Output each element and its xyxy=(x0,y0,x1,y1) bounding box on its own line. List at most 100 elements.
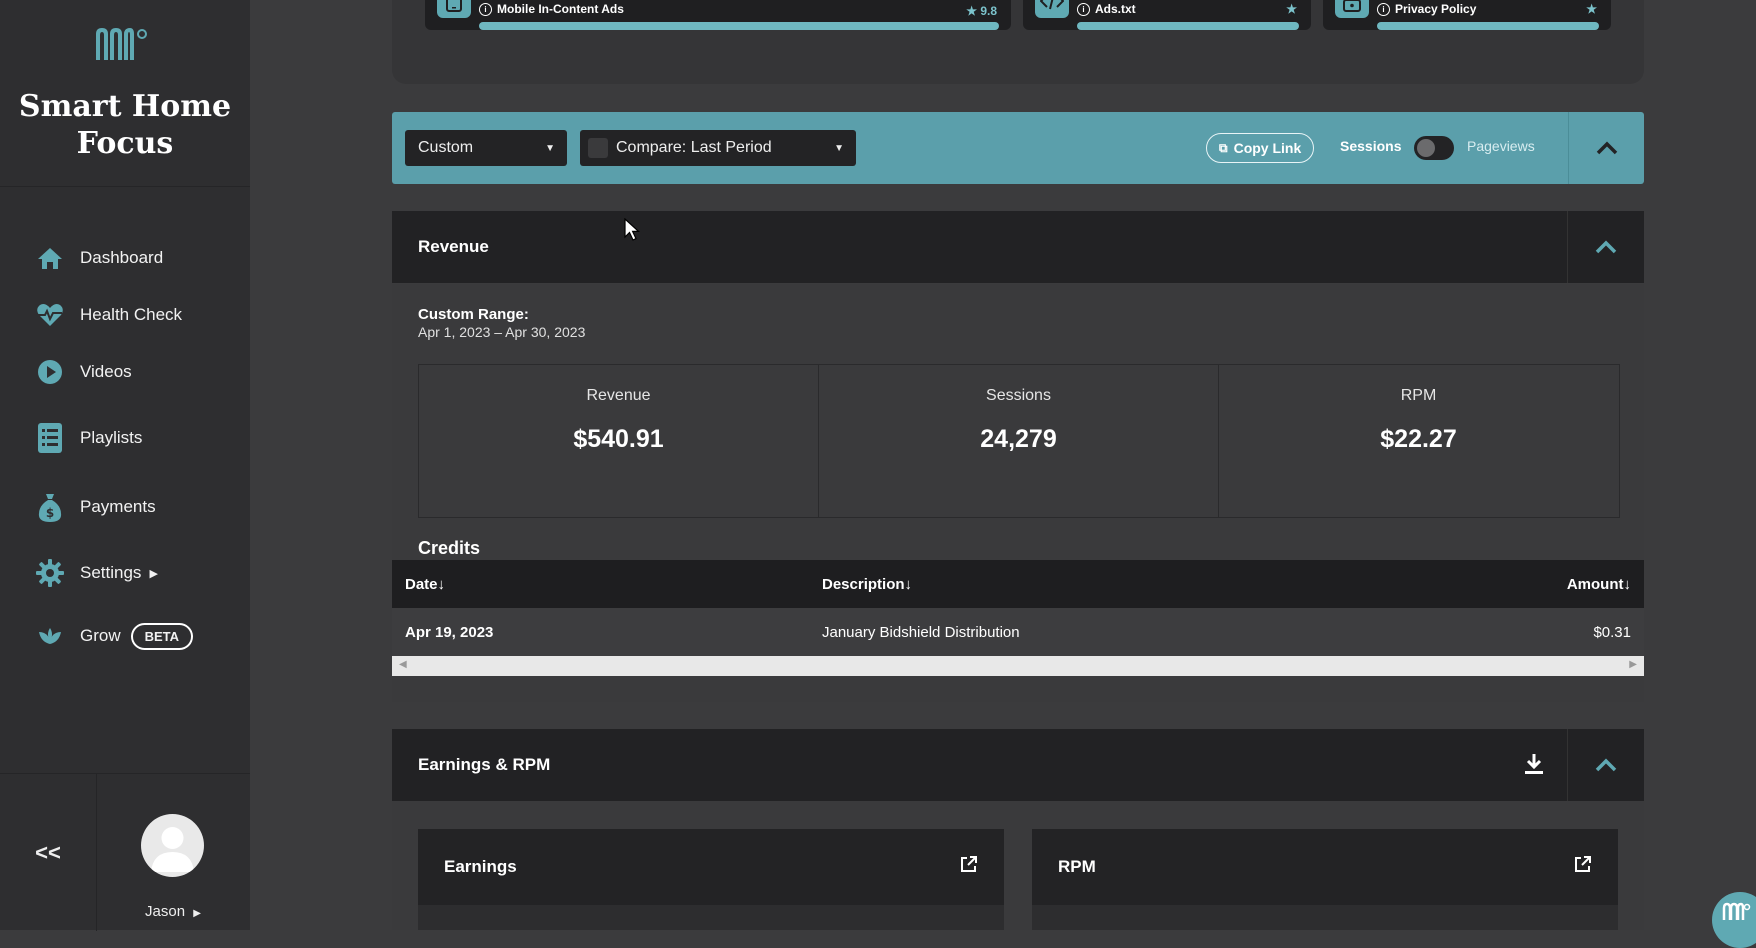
compare-select[interactable]: Compare: Last Period ▼ xyxy=(580,130,856,166)
health-check-score: ★ 9.8 xyxy=(966,4,997,18)
code-icon xyxy=(1035,0,1069,18)
user-name: Jason xyxy=(145,903,186,920)
sort-amount-header[interactable]: Amount↓ xyxy=(1567,560,1631,608)
date-range-select[interactable]: Custom ▼ xyxy=(405,130,567,166)
range-label: Custom Range: xyxy=(418,306,529,323)
metric-revenue: Revenue $540.91 xyxy=(419,365,819,517)
scroll-right-icon[interactable]: ▶ xyxy=(1629,659,1637,670)
sidebar: Smart Home Focus Dashboard Health Check … xyxy=(0,0,250,931)
toggle-label-sessions: Sessions xyxy=(1340,138,1402,154)
health-check-privacy-policy[interactable]: i Privacy Policy ★ xyxy=(1323,0,1611,30)
metric-label: Revenue xyxy=(586,387,651,404)
play-circle-icon xyxy=(36,358,64,386)
home-icon xyxy=(36,244,64,272)
collapse-toolbar-button[interactable] xyxy=(1568,112,1645,184)
rpm-card: RPM xyxy=(1032,829,1618,930)
compare-value: Compare: Last Period xyxy=(616,139,772,156)
score-bar xyxy=(479,22,999,30)
sidebar-footer: << Jason ▶ xyxy=(0,773,250,931)
caret-down-icon: ▼ xyxy=(545,142,555,154)
logo-icon xyxy=(1722,902,1751,920)
leaf-icon xyxy=(36,622,64,650)
caret-down-icon: ▼ xyxy=(834,142,844,154)
metric-label: RPM xyxy=(1400,387,1437,404)
sidebar-item-dashboard[interactable]: Dashboard xyxy=(36,240,163,276)
metric-value: 24,279 xyxy=(980,425,1057,453)
earnings-panel-body: Earnings RPM xyxy=(392,801,1644,930)
date-range-value: Custom xyxy=(418,139,474,156)
toggle-label-pageviews: Pageviews xyxy=(1467,138,1535,154)
sort-date-header[interactable]: Date↓ xyxy=(405,560,445,608)
score-bar xyxy=(1377,22,1599,30)
filter-toolbar: Custom ▼ Compare: Last Period ▼ ⧉ Copy L… xyxy=(392,112,1644,184)
score-bar xyxy=(1077,22,1299,30)
horizontal-scrollbar[interactable]: ◀ ▶ xyxy=(392,656,1644,676)
copy-icon: ⧉ xyxy=(1219,140,1228,155)
sidebar-item-health-check[interactable]: Health Check xyxy=(36,297,182,333)
chart-area xyxy=(1032,905,1618,930)
row-description: January Bidshield Distribution xyxy=(822,623,1020,641)
external-link-icon[interactable] xyxy=(960,855,978,873)
collapse-sidebar-button[interactable]: << xyxy=(0,774,97,931)
brand-block: Smart Home Focus xyxy=(0,0,250,187)
site-title: Smart Home Focus xyxy=(18,89,232,161)
sidebar-item-playlists[interactable]: Playlists xyxy=(36,420,142,456)
sidebar-item-videos[interactable]: Videos xyxy=(36,354,132,390)
external-link-icon[interactable] xyxy=(1574,855,1592,873)
earnings-panel-title: Earnings & RPM xyxy=(418,755,551,774)
download-icon xyxy=(1525,754,1543,774)
copy-link-button[interactable]: ⧉ Copy Link xyxy=(1206,133,1315,163)
metric-value: $540.91 xyxy=(573,425,664,453)
sidebar-item-payments[interactable]: $ Payments xyxy=(36,489,156,525)
credits-title: Credits xyxy=(418,538,481,558)
chevron-up-icon xyxy=(1595,758,1617,772)
earnings-card: Earnings xyxy=(418,829,1004,930)
chat-launcher-button[interactable] xyxy=(1712,892,1756,948)
info-icon: i xyxy=(1077,2,1090,16)
chevron-up-icon xyxy=(1596,141,1618,155)
row-date: Apr 19, 2023 xyxy=(405,623,494,641)
revenue-panel-title: Revenue xyxy=(418,237,489,256)
health-check-label: Mobile In-Content Ads xyxy=(497,2,624,16)
sidebar-item-grow[interactable]: Grow BETA xyxy=(36,618,194,654)
heartbeat-icon xyxy=(36,301,64,329)
avatar[interactable] xyxy=(141,814,204,877)
info-icon: i xyxy=(1377,2,1390,16)
sort-description-header[interactable]: Description↓ xyxy=(822,560,912,608)
star-icon: ★ xyxy=(966,4,977,18)
scroll-left-icon[interactable]: ◀ xyxy=(399,659,407,670)
health-check-label: Privacy Policy xyxy=(1395,2,1477,16)
collapse-earnings-button[interactable] xyxy=(1567,729,1644,801)
sidebar-item-label: Grow xyxy=(80,626,121,645)
beta-badge: BETA xyxy=(130,622,194,650)
sidebar-item-label: Playlists xyxy=(80,428,143,447)
download-button[interactable] xyxy=(1524,753,1544,780)
health-check-label: Ads.txt xyxy=(1095,2,1136,16)
sidebar-item-label: Health Check xyxy=(80,305,183,324)
collapse-revenue-button[interactable] xyxy=(1567,211,1644,283)
gear-icon xyxy=(36,559,64,587)
svg-text:$: $ xyxy=(46,506,54,520)
compare-checkbox[interactable] xyxy=(588,138,608,158)
sidebar-item-label: Videos xyxy=(80,362,132,381)
health-check-ads-txt[interactable]: i Ads.txt ★ xyxy=(1023,0,1311,30)
revenue-panel-header: Revenue xyxy=(392,211,1644,283)
sessions-pageviews-toggle[interactable] xyxy=(1414,136,1454,160)
chart-area xyxy=(418,905,1004,930)
star-icon: ★ xyxy=(1286,2,1297,16)
chevron-up-icon xyxy=(1595,240,1617,254)
health-check-strip: i Mobile In-Content Ads ★ 9.8 i Ads.txt … xyxy=(392,0,1644,84)
list-icon xyxy=(36,423,64,453)
star-icon: ★ xyxy=(1586,2,1597,16)
sidebar-item-label: Dashboard xyxy=(80,248,164,267)
revenue-panel-body: Custom Range: Apr 1, 2023 – Apr 30, 2023… xyxy=(392,284,1644,702)
credits-table-header: Date↓ Description↓ Amount↓ xyxy=(392,560,1644,608)
metric-value: $22.27 xyxy=(1380,425,1457,453)
row-amount: $0.31 xyxy=(1593,623,1631,641)
user-menu[interactable]: Jason ▶ xyxy=(96,903,250,920)
mouse-cursor-icon xyxy=(624,218,640,241)
health-check-mobile-in-content-ads[interactable]: i Mobile In-Content Ads ★ 9.8 xyxy=(425,0,1011,30)
sidebar-item-label: Payments xyxy=(80,497,156,516)
info-icon: i xyxy=(479,2,492,16)
sidebar-item-settings[interactable]: Settings ▶ xyxy=(36,555,158,591)
